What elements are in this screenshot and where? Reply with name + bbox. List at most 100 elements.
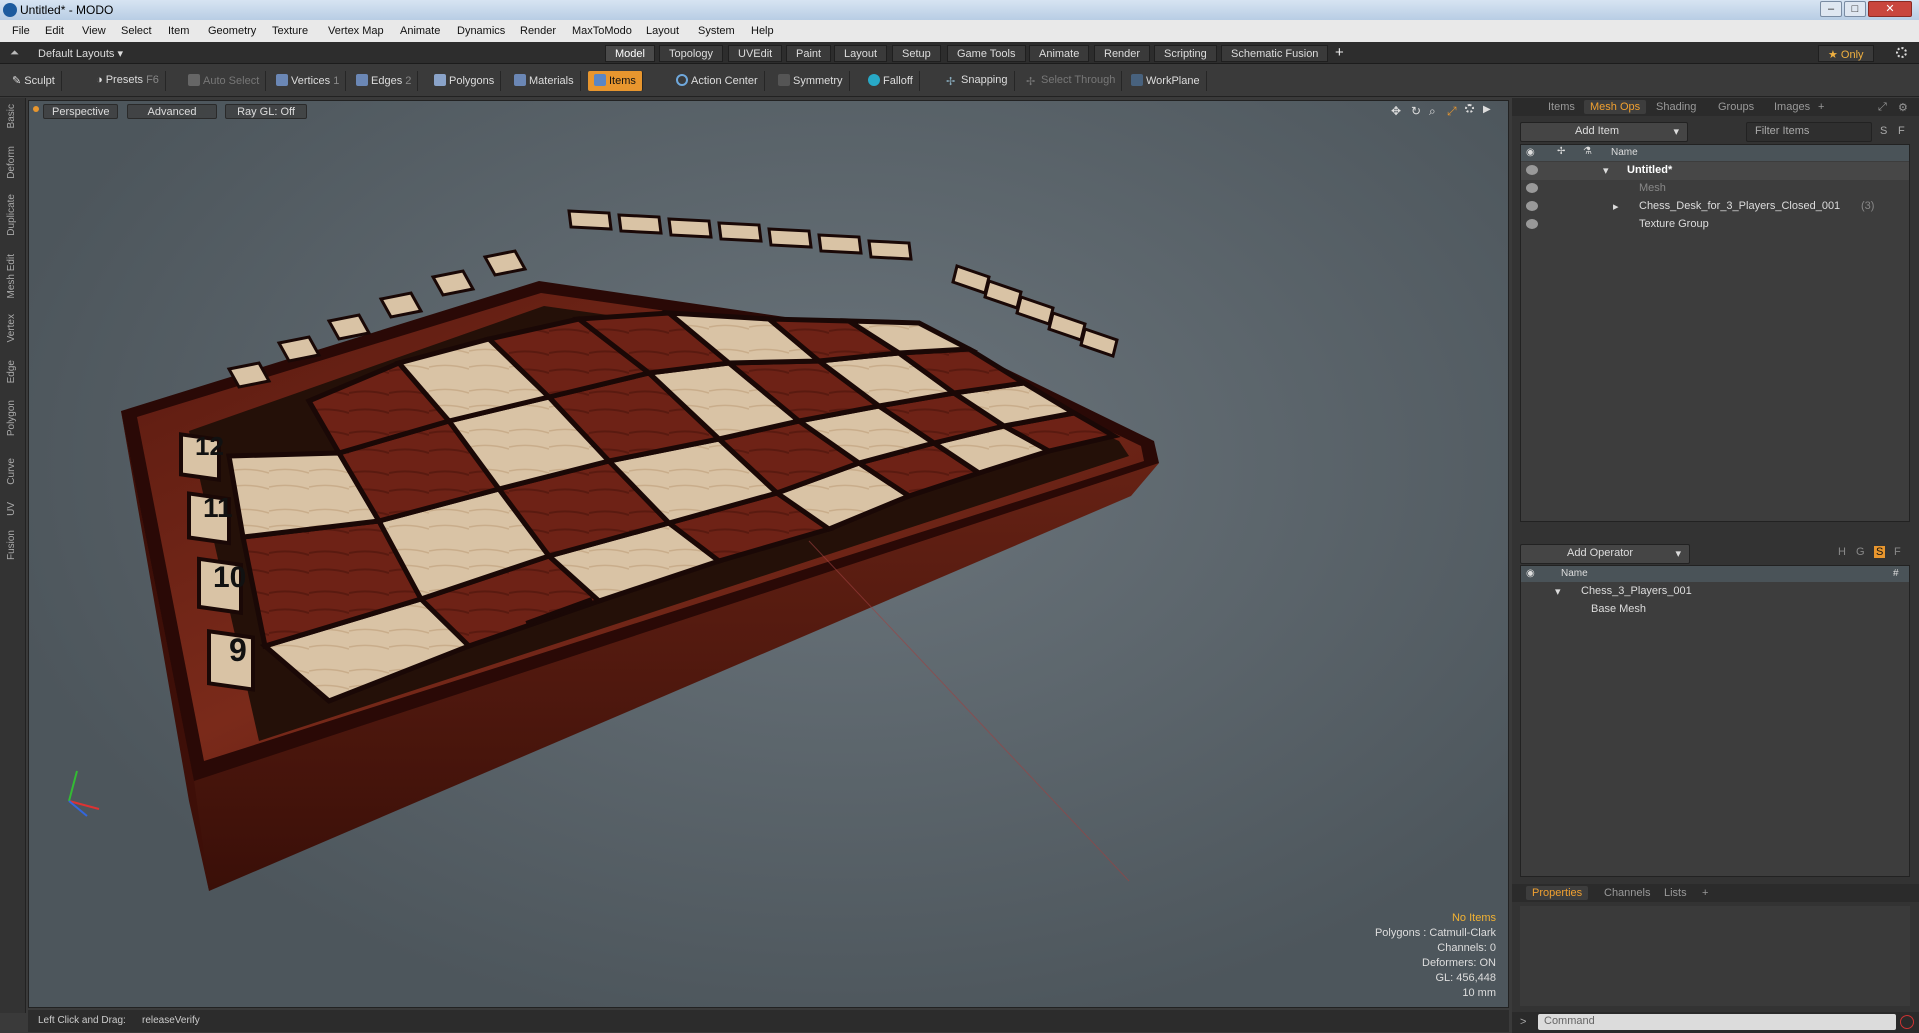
vtab-polygon[interactable]: Polygon [6,400,17,436]
menu-animate[interactable]: Animate [400,25,440,37]
menu-geometry[interactable]: Geometry [208,25,256,37]
tab-paint[interactable]: Paint [786,45,832,62]
add-tab-icon[interactable]: + [1812,100,1830,114]
materials-button[interactable]: Materials [508,71,581,91]
tab-setup[interactable]: Setup [892,45,941,62]
vtab-vertex[interactable]: Vertex [6,314,17,342]
op-h-button[interactable]: H [1838,546,1846,558]
menu-item[interactable]: Item [168,25,189,37]
presets-button[interactable]: ◑ Presets F6 [90,71,166,91]
list-item[interactable]: ▾ Untitled* [1521,162,1909,180]
menu-edit[interactable]: Edit [45,25,64,37]
expand-panel-icon[interactable]: ⤢ [1872,100,1893,115]
edges-button[interactable]: Edges 2 [350,71,419,91]
items-button[interactable]: Items [588,71,643,91]
vtab-uv[interactable]: UV [6,502,17,516]
visibility-eye-icon[interactable] [1526,219,1538,229]
select-through-button[interactable]: ✢ Select Through [1020,71,1123,91]
vtab-mesh-edit[interactable]: Mesh Edit [6,254,17,298]
filter-s-button[interactable]: S [1880,125,1887,137]
maximize-button[interactable]: □ [1844,1,1866,17]
operator-row[interactable]: Base Mesh [1521,601,1909,619]
menu-file[interactable]: File [12,25,30,37]
command-input[interactable]: Command [1538,1014,1896,1030]
tab-lists[interactable]: Lists [1658,886,1693,900]
polygons-button[interactable]: Polygons [428,71,502,91]
menu-layout[interactable]: Layout [646,25,679,37]
panel-settings-icon[interactable]: ⚙ [1892,100,1914,115]
tab-game-tools[interactable]: Game Tools [947,45,1026,62]
vtab-duplicate[interactable]: Duplicate [6,194,17,236]
op-g-button[interactable]: G [1856,546,1865,558]
tab-animate[interactable]: Animate [1029,45,1090,62]
action-center-label: Action Center [691,75,758,87]
tab-topology[interactable]: Topology [659,45,724,62]
falloff-button[interactable]: Falloff [862,71,920,91]
visibility-eye-icon[interactable] [1526,165,1538,175]
vtab-curve[interactable]: Curve [6,458,17,485]
list-item[interactable]: ▸ Chess_Desk_for_3_Players_Closed_001 (3… [1521,198,1909,216]
close-button[interactable]: ✕ [1868,1,1912,17]
vtab-fusion[interactable]: Fusion [6,530,17,560]
only-toggle[interactable]: ★ Only [1818,45,1874,62]
op-name-column-header[interactable]: Name [1561,568,1588,579]
default-layouts-dropdown[interactable]: Default Layouts ▾ [38,47,123,60]
command-stop-icon[interactable] [1900,1015,1914,1029]
visibility-eye-icon[interactable] [1526,183,1538,193]
menu-maxtomodo[interactable]: MaxToModo [572,25,632,37]
vtab-deform[interactable]: Deform [6,146,17,179]
tab-layout[interactable]: Layout [834,45,888,62]
name-column-header[interactable]: Name [1611,147,1638,158]
tab-groups[interactable]: Groups [1712,100,1760,114]
menu-render[interactable]: Render [520,25,556,37]
tab-model[interactable]: Model [605,45,655,62]
gear-icon[interactable] [1896,47,1907,61]
tab-items[interactable]: Items [1542,100,1581,114]
snapping-button[interactable]: ✢ Snapping [940,71,1015,91]
auto-select-button[interactable]: Auto Select [182,71,267,91]
vertices-button[interactable]: Vertices 1 [270,71,347,91]
add-layout-icon[interactable]: + [1335,44,1344,61]
tab-scripting[interactable]: Scripting [1154,45,1217,62]
minimize-button[interactable]: – [1820,1,1842,17]
3d-viewport[interactable]: Perspective Advanced Ray GL: Off ✥ ↻ ⌕ ⤢… [28,100,1509,1008]
layout-arrow-icon[interactable]: ⏶ [10,47,19,60]
add-operator-button[interactable]: Add Operator ▾ [1520,544,1690,564]
menu-select[interactable]: Select [121,25,152,37]
collapse-arrow-icon[interactable]: ▸ [1613,200,1619,213]
menu-vertex-map[interactable]: Vertex Map [328,25,384,37]
tab-schematic-fusion[interactable]: Schematic Fusion [1221,45,1329,62]
menu-view[interactable]: View [82,25,106,37]
tab-uvedit[interactable]: UVEdit [728,45,783,62]
tab-render[interactable]: Render [1094,45,1151,62]
action-center-button[interactable]: Action Center [670,71,765,91]
filter-items-input[interactable]: Filter Items [1746,122,1872,142]
add-item-button[interactable]: Add Item ▾ [1520,122,1688,142]
tab-properties[interactable]: Properties [1526,886,1589,900]
expand-arrow-icon[interactable]: ▾ [1603,164,1609,177]
vtab-edge[interactable]: Edge [6,360,17,383]
menu-help[interactable]: Help [751,25,774,37]
list-item[interactable]: Texture Group [1521,216,1909,234]
tab-mesh-ops[interactable]: Mesh Ops [1584,100,1647,114]
menu-texture[interactable]: Texture [272,25,308,37]
sculpt-button[interactable]: ✎ Sculpt [6,71,62,91]
op-expand-arrow-icon[interactable]: ▾ [1555,585,1561,598]
workplane-button[interactable]: WorkPlane [1125,71,1207,91]
menu-system[interactable]: System [698,25,735,37]
tab-shading[interactable]: Shading [1650,100,1702,114]
list-item[interactable]: Mesh [1521,180,1909,198]
op-s-button[interactable]: S [1874,546,1886,558]
add-properties-tab-icon[interactable]: + [1696,886,1714,900]
op-f-button[interactable]: F [1894,546,1901,558]
operator-row[interactable]: ▾ Chess_3_Players_001 [1521,583,1909,601]
tab-channels[interactable]: Channels [1598,886,1656,900]
menu-dynamics[interactable]: Dynamics [457,25,505,37]
vtab-basic[interactable]: Basic [6,104,17,128]
presets-label: Presets [105,74,143,86]
tab-images[interactable]: Images [1768,100,1816,114]
symmetry-button[interactable]: Symmetry [772,71,850,91]
command-line: > Command [1512,1012,1919,1033]
filter-f-button[interactable]: F [1898,125,1905,137]
visibility-eye-icon[interactable] [1526,201,1538,211]
